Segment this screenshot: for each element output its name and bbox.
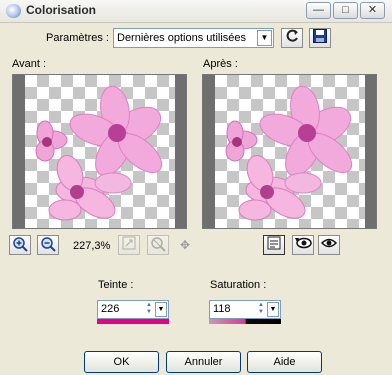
hue-value: 226 (101, 303, 120, 315)
after-preview[interactable] (202, 74, 377, 229)
hue-input[interactable]: 226 ▲ ▼ ▼ (97, 300, 169, 319)
eye-icon (320, 238, 338, 248)
spin-arrows-icon[interactable]: ▲ ▼ (256, 302, 266, 317)
close-button[interactable]: ✕ (360, 2, 385, 19)
fit-icon (122, 236, 136, 250)
colorize-dialog: Colorisation — □ ✕ Paramètres : Dernière… (0, 0, 392, 375)
title-bar[interactable]: Colorisation — □ ✕ (0, 0, 392, 23)
app-icon (6, 4, 21, 18)
window-title: Colorisation (26, 3, 97, 17)
actual-size-button[interactable] (147, 235, 169, 255)
reset-button[interactable] (281, 28, 303, 48)
chevron-down-icon[interactable]: ▼ (267, 302, 279, 317)
proof-button[interactable] (292, 235, 314, 255)
reset-icon (286, 29, 298, 42)
hue-label: Teinte : (98, 279, 134, 291)
chevron-down-icon[interactable]: ▼ (155, 302, 167, 317)
zoom-level: 227,3% (73, 240, 111, 252)
zoom-out-button[interactable] (37, 235, 59, 255)
floppy-disk-icon (313, 29, 327, 43)
spin-arrows-icon[interactable]: ▲ ▼ (144, 302, 154, 317)
save-button[interactable] (309, 28, 331, 48)
auto-proof-button[interactable] (318, 235, 340, 255)
before-preview[interactable] (12, 74, 187, 229)
cancel-button[interactable]: Annuler (166, 351, 241, 373)
pan-icon[interactable]: ✥ (180, 238, 190, 252)
before-label: Avant : (12, 58, 47, 70)
flower-image (35, 85, 163, 221)
zoom-in-button[interactable] (9, 235, 31, 255)
zoom-out-icon (41, 237, 56, 252)
ok-button[interactable]: OK (84, 351, 159, 373)
zoom-in-icon (13, 237, 28, 252)
help-button[interactable]: Aide (247, 351, 322, 373)
saturation-value: 118 (213, 303, 231, 315)
eye-proof-icon (295, 237, 312, 249)
after-label: Après : (203, 58, 238, 70)
minimize-button[interactable]: — (306, 2, 331, 19)
maximize-button[interactable]: □ (333, 2, 358, 19)
fit-window-button[interactable] (118, 235, 140, 255)
compare-icon (267, 236, 281, 250)
hue-color-strip (97, 319, 169, 324)
params-selected-value: Dernières options utilisées (117, 32, 247, 44)
saturation-label: Saturation : (210, 279, 267, 291)
params-dropdown[interactable]: Dernières options utilisées ▼ (113, 28, 274, 48)
saturation-input[interactable]: 118 ▲ ▼ ▼ (209, 300, 281, 319)
compare-button[interactable] (263, 235, 285, 255)
params-label: Paramètres : (46, 32, 109, 44)
saturation-color-strip (209, 319, 281, 324)
actual-size-icon (151, 237, 166, 252)
chevron-down-icon[interactable]: ▼ (257, 30, 272, 46)
flower-image (225, 85, 353, 221)
